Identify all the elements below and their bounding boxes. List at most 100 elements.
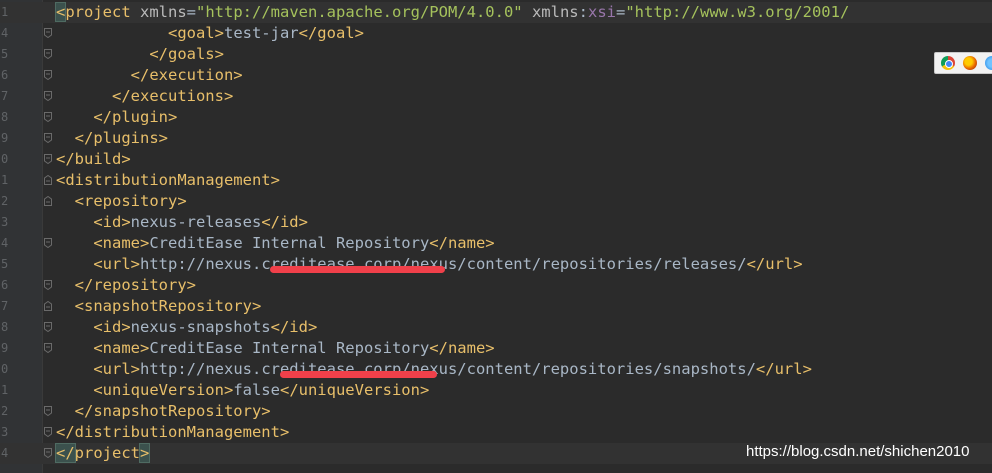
code-text: <id>nexus-snapshots</id> (56, 317, 317, 338)
code-token: "http://maven.apache.org/POM/4.0.0" (196, 3, 523, 21)
line-number: 6 (1, 278, 9, 292)
code-token: </distributionManagement> (56, 423, 290, 441)
code-token: xsi (587, 3, 616, 21)
code-line[interactable]: 4 <name>CreditEase Internal Repository</… (0, 233, 992, 254)
code-line[interactable]: 4 <goal>test-jar</goal> (0, 23, 992, 44)
code-text: </executions> (56, 86, 233, 107)
line-number: 1 (1, 383, 9, 397)
fold-marker-icon[interactable] (44, 133, 52, 143)
code-text: </snapshotRepository> (56, 401, 271, 422)
code-line[interactable]: 1 <distributionManagement> (0, 170, 992, 191)
code-line[interactable]: 3 <id>nexus-releases</id> (0, 212, 992, 233)
fold-marker-icon[interactable] (44, 280, 52, 290)
code-text: <goal>test-jar</goal> (56, 23, 364, 44)
code-token: http://nexus.creditease.corp/nexus/conte… (140, 360, 756, 378)
code-token: CreditEase Internal Repository (149, 234, 430, 252)
line-number: 7 (1, 89, 9, 103)
code-line[interactable]: 9 </plugins> (0, 128, 992, 149)
code-line[interactable]: 0 <url>http://nexus.creditease.corp/nexu… (0, 359, 992, 380)
code-line[interactable]: 8 </plugin> (0, 107, 992, 128)
code-line[interactable]: 5 </goals> (0, 44, 992, 65)
code-token: = (186, 3, 197, 21)
code-text: </repository> (56, 275, 196, 296)
code-token: </ (55, 443, 76, 463)
fold-marker-icon[interactable] (44, 49, 52, 59)
line-number: 3 (1, 215, 9, 229)
code-token: <url> (56, 360, 140, 378)
code-token: test-jar (223, 24, 299, 42)
code-token: : (578, 3, 588, 21)
fold-marker-icon[interactable] (44, 70, 52, 80)
code-text: </build> (56, 149, 131, 170)
line-number: 0 (1, 152, 9, 166)
fold-marker-icon[interactable] (44, 91, 52, 101)
fold-marker-icon[interactable] (44, 175, 52, 185)
line-number: 1 (1, 5, 9, 19)
line-number: 4 (1, 26, 9, 40)
fold-marker-icon[interactable] (44, 112, 52, 122)
code-text: <name>CreditEase Internal Repository</na… (56, 233, 495, 254)
fold-marker-icon[interactable] (44, 322, 52, 332)
code-text: <uniqueVersion>false</uniqueVersion> (56, 380, 429, 401)
fold-marker-icon[interactable] (44, 301, 52, 311)
code-token: </execution> (56, 66, 243, 84)
line-number: 4 (1, 446, 9, 460)
code-line[interactable]: 2 <repository> (0, 191, 992, 212)
code-token: </plugins> (56, 129, 168, 147)
code-line[interactable]: 1 <project xmlns="http://maven.apache.org… (0, 2, 992, 23)
code-token: </executions> (56, 87, 234, 105)
code-text: </goals> (56, 44, 224, 65)
fold-marker-icon[interactable] (44, 406, 52, 416)
redaction-mark (270, 266, 445, 273)
code-token: </build> (56, 150, 131, 168)
code-token: </goal> (298, 24, 364, 42)
code-line[interactable]: 8 <id>nexus-snapshots</id> (0, 317, 992, 338)
code-token: <uniqueVersion> (56, 381, 234, 399)
code-token: </url> (746, 255, 803, 273)
code-line[interactable]: 6 </execution> (0, 65, 992, 86)
fold-marker-icon[interactable] (44, 196, 52, 206)
safari-icon[interactable] (985, 56, 992, 70)
code-line[interactable]: 5 <url>http://nexus.creditease.corp/nexu… (0, 254, 992, 275)
fold-marker-icon[interactable] (44, 427, 52, 437)
line-number: 5 (1, 257, 9, 271)
code-line[interactable]: 7 </executions> (0, 86, 992, 107)
code-token: </plugin> (56, 108, 178, 126)
line-number: 5 (1, 47, 9, 61)
firefox-icon[interactable] (963, 56, 977, 70)
code-line[interactable]: 0 </build> (0, 149, 992, 170)
code-line[interactable]: 6 </repository> (0, 275, 992, 296)
code-line[interactable]: 7 <snapshotRepository> (0, 296, 992, 317)
line-number: 8 (1, 110, 9, 124)
redaction-mark (280, 371, 437, 378)
fold-marker-icon[interactable] (44, 448, 52, 458)
line-number: 6 (1, 68, 9, 82)
code-token: xmlns (130, 3, 187, 21)
fold-marker-icon[interactable] (44, 28, 52, 38)
code-token: </name> (429, 234, 495, 252)
code-token: </snapshotRepository> (56, 402, 271, 420)
code-token: </id> (261, 213, 308, 231)
code-line[interactable]: 2 </snapshotRepository> (0, 401, 992, 422)
code-token: <distributionManagement> (56, 171, 280, 189)
code-token: </name> (429, 339, 495, 357)
code-token: <id> (56, 213, 131, 231)
line-number: 0 (1, 362, 9, 376)
code-token: <snapshotRepository> (56, 297, 262, 315)
code-text: <id>nexus-releases</id> (56, 212, 308, 233)
code-line[interactable]: 9 <name>CreditEase Internal Repository</… (0, 338, 992, 359)
code-text: <repository> (56, 191, 187, 212)
code-token: CreditEase Internal Repository (149, 339, 430, 357)
code-token: project (74, 444, 140, 462)
code-token: false (233, 381, 280, 399)
fold-marker-icon[interactable] (44, 238, 52, 248)
code-token: <name> (56, 234, 150, 252)
code-line[interactable]: 3 </distributionManagement> (0, 422, 992, 443)
code-token: xmlns (522, 3, 579, 21)
code-token: > (138, 443, 151, 463)
fold-marker-icon[interactable] (44, 154, 52, 164)
code-editor[interactable]: 1 <project xmlns="http://maven.apache.org… (0, 0, 992, 473)
fold-marker-icon[interactable] (44, 343, 52, 353)
chrome-icon[interactable] (941, 56, 955, 70)
code-line[interactable]: 1 <uniqueVersion>false</uniqueVersion> (0, 380, 992, 401)
